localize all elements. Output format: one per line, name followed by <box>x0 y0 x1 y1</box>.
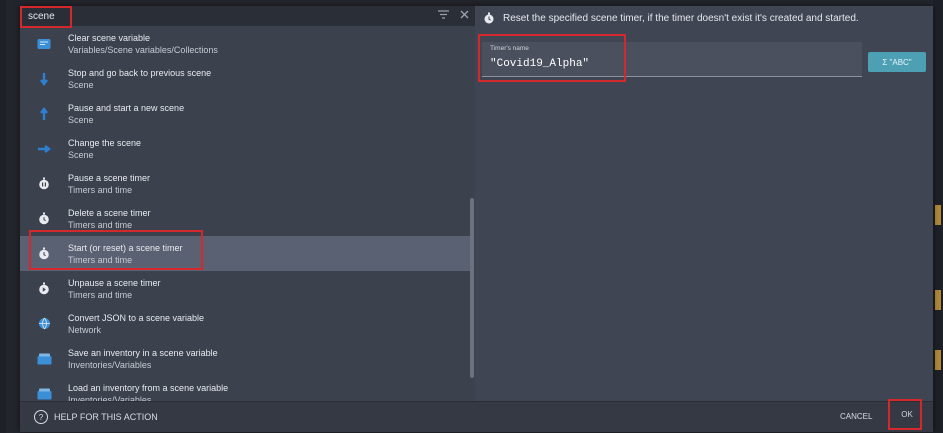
help-icon: ? <box>34 410 48 424</box>
action-item[interactable]: Delete a scene timer Timers and time <box>20 201 470 236</box>
arrow-down-icon <box>20 72 68 86</box>
action-item[interactable]: Stop and go back to previous scene Scene <box>20 61 470 96</box>
cancel-button[interactable]: CANCEL <box>840 412 872 421</box>
filter-icon[interactable] <box>437 8 452 22</box>
inventory-icon <box>20 353 68 365</box>
dialog-footer: ? HELP FOR THIS ACTION CANCEL OK <box>20 401 933 432</box>
action-dialog: Clear scene variableVariables/Scene vari… <box>20 6 933 432</box>
action-item-category: Variables/Scene variables/Collections <box>68 44 218 55</box>
action-list-panel: Clear scene variableVariables/Scene vari… <box>20 6 475 401</box>
action-item[interactable]: Unpause a scene timer Timers and time <box>20 271 470 306</box>
action-item-text: Unpause a scene timer Timers and time <box>68 277 161 301</box>
background-marker <box>935 350 941 370</box>
action-item-category: Timers and time <box>68 289 133 300</box>
globe-icon <box>20 317 68 330</box>
action-item-title: Start (or reset) a scene timer <box>68 242 183 253</box>
background-marker <box>935 290 941 310</box>
action-item[interactable]: Pause and start a new scene Scene <box>20 96 470 131</box>
action-item-text: Change the scene Scene <box>68 137 141 161</box>
timer-name-input[interactable] <box>488 56 852 72</box>
action-item-title: Change the scene <box>68 137 142 148</box>
action-item-title: Pause and start a new scene <box>68 102 185 113</box>
action-item-category: Timers and time <box>68 219 133 230</box>
action-item-category: Timers and time <box>68 254 133 265</box>
background-right-edge <box>933 0 943 433</box>
action-item-text: Start (or reset) a scene timer Timers and… <box>68 242 183 266</box>
help-label: HELP FOR THIS ACTION <box>54 412 158 422</box>
action-item-text: Convert JSON to a scene variable Network <box>68 312 204 336</box>
expression-editor-button[interactable]: Σ "ABC" <box>868 52 926 72</box>
arrow-up-icon <box>20 106 68 121</box>
timer-name-field: Timer's name <box>482 42 862 77</box>
action-item-text: Pause a scene timer Timers and time <box>68 172 150 196</box>
timer-icon <box>20 212 68 225</box>
action-item-text: Save an inventory in a scene variable Inv… <box>68 347 218 371</box>
inventory-icon <box>20 388 68 400</box>
action-item-title: Stop and go back to previous scene <box>68 67 212 78</box>
action-item-category: Timers and time <box>68 184 133 195</box>
action-item-category: Inventories/Variables <box>68 359 152 370</box>
action-description: Reset the specified scene timer, if the … <box>483 12 859 24</box>
action-item-title: Save an inventory in a scene variable <box>68 347 218 358</box>
action-item[interactable]: Clear scene variable Variables/Scene vari… <box>20 26 470 61</box>
timer-play-icon <box>20 282 68 295</box>
timer-name-label: Timer's name <box>490 45 529 52</box>
timer-pause-icon <box>20 177 68 190</box>
action-item[interactable]: Save an inventory in a scene variable Inv… <box>20 341 470 376</box>
background-marker <box>935 205 941 225</box>
action-item-category: Network <box>68 324 102 335</box>
action-item-title: Clear scene variable <box>68 32 151 43</box>
action-item-text: Pause and start a new scene Scene <box>68 102 184 126</box>
variable-icon <box>20 38 68 50</box>
search-actions <box>430 8 469 22</box>
action-item-category: Scene <box>68 114 94 125</box>
action-item-title: Unpause a scene timer <box>68 277 161 288</box>
close-icon[interactable] <box>460 8 469 22</box>
action-list: Clear scene variable Variables/Scene vari… <box>20 26 470 401</box>
action-item[interactable]: Load an inventory from a scene variable I… <box>20 376 470 401</box>
action-list-scrollbar[interactable] <box>470 198 474 378</box>
action-item-text: Load an inventory from a scene variable I… <box>68 382 228 402</box>
action-item[interactable]: Pause a scene timer Timers and time <box>20 166 470 201</box>
action-item-title: Delete a scene timer <box>68 207 151 218</box>
action-item[interactable]: Start (or reset) a scene timer Timers and… <box>20 236 470 271</box>
action-item[interactable]: Convert JSON to a scene variable Network <box>20 306 470 341</box>
action-item-category: Scene <box>68 149 94 160</box>
action-description-text: Reset the specified scene timer, if the … <box>503 12 859 24</box>
action-item-title: Pause a scene timer <box>68 172 151 183</box>
action-detail-panel: Reset the specified scene timer, if the … <box>475 6 933 401</box>
timer-icon <box>20 247 68 260</box>
search-input[interactable] <box>24 8 442 24</box>
arrow-right-icon <box>20 144 68 154</box>
action-item[interactable]: Change the scene Scene <box>20 131 470 166</box>
action-item-text: Clear scene variable Variables/Scene vari… <box>68 32 218 56</box>
action-item-category: Inventories/Variables <box>68 394 152 402</box>
search-bar <box>20 6 475 26</box>
help-button[interactable]: ? HELP FOR THIS ACTION <box>34 410 158 424</box>
action-item-category: Scene <box>68 79 94 90</box>
timer-icon <box>483 12 495 24</box>
background-left-edge <box>0 0 6 433</box>
action-item-text: Delete a scene timer Timers and time <box>68 207 151 231</box>
action-item-text: Stop and go back to previous scene Scene <box>68 67 211 91</box>
action-item-title: Convert JSON to a scene variable <box>68 312 205 323</box>
ok-button[interactable]: OK <box>895 410 919 419</box>
action-item-title: Load an inventory from a scene variable <box>68 382 229 393</box>
